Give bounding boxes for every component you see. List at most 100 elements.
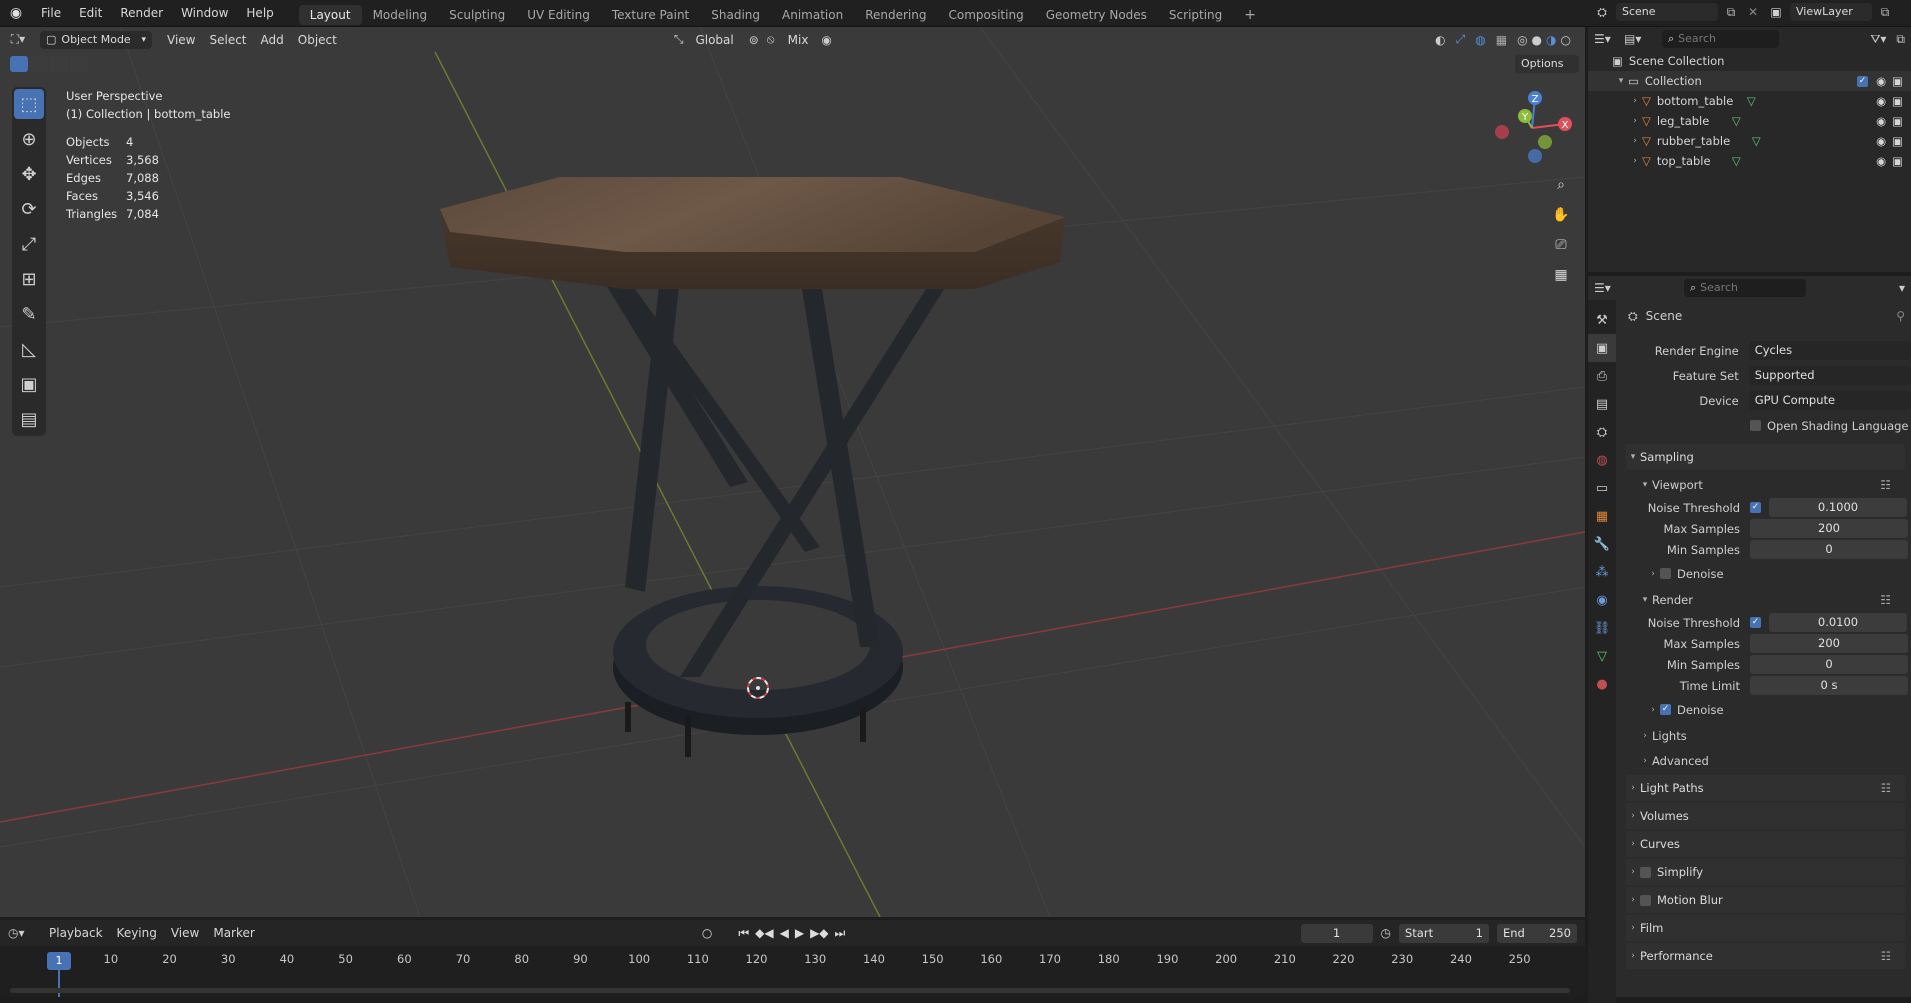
gizmo-neg-z[interactable]: [1528, 149, 1542, 163]
osl-checkbox[interactable]: [1750, 420, 1761, 431]
outliner-row-object[interactable]: › ▽ leg_table ▽ ◉ ▣: [1588, 111, 1911, 131]
jump-to-start-icon[interactable]: ⏮: [738, 926, 749, 941]
render-camera-icon[interactable]: ▣: [1892, 94, 1903, 108]
select-box-tool-icon[interactable]: ⬚: [14, 89, 44, 119]
render-denoise-checkbox[interactable]: ✓: [1660, 704, 1671, 715]
render-camera-icon[interactable]: ▣: [1892, 114, 1903, 128]
jump-to-keyframe-forward-icon[interactable]: ▶◆: [810, 926, 828, 940]
gizmo-toggle-icon[interactable]: ⤢: [1456, 32, 1466, 47]
timeline-menu-keying[interactable]: Keying: [110, 923, 164, 943]
delete-scene-icon[interactable]: ✕: [1744, 5, 1762, 19]
eye-icon[interactable]: ◉: [1876, 114, 1886, 128]
visibility-icon[interactable]: ◐: [1435, 33, 1445, 47]
playhead[interactable]: 1: [47, 952, 71, 970]
scale-tool-icon[interactable]: ⤢: [14, 229, 44, 259]
render-noise-threshold-field[interactable]: 0.0100: [1769, 613, 1907, 632]
render-tab-icon[interactable]: ▣: [1588, 334, 1616, 362]
workspace-tab-uv-editing[interactable]: UV Editing: [516, 5, 601, 25]
add-workspace-button[interactable]: +: [1233, 5, 1267, 25]
viewport-min-samples-field[interactable]: 0: [1750, 540, 1908, 559]
viewport-menu-select[interactable]: Select: [202, 30, 253, 50]
gizmo-neg-x[interactable]: [1495, 125, 1509, 139]
overlays-icon[interactable]: ◍: [1475, 33, 1485, 47]
timeline-scrollbar[interactable]: [10, 988, 1570, 993]
jump-to-keyframe-back-icon[interactable]: ◆◀: [755, 926, 773, 940]
measure-tool-icon[interactable]: ◺: [14, 334, 44, 364]
material-tab-icon[interactable]: ●: [1588, 670, 1616, 698]
timeline-menu-view[interactable]: View: [164, 923, 206, 943]
chevron-down-icon[interactable]: ▾: [1614, 76, 1628, 86]
wireframe-shading-icon[interactable]: ◎: [1517, 33, 1527, 47]
scene-icon[interactable]: ⛭: [1588, 5, 1616, 20]
motion-blur-checkbox[interactable]: [1640, 894, 1651, 906]
eye-icon[interactable]: ◉: [1876, 134, 1886, 148]
move-tool-icon[interactable]: ✥: [14, 159, 44, 189]
material-shading-icon[interactable]: ◑: [1546, 33, 1556, 47]
menu-edit[interactable]: Edit: [70, 0, 111, 26]
simplify-panel-header[interactable]: › Simplify: [1626, 859, 1905, 885]
simplify-checkbox[interactable]: [1640, 866, 1651, 878]
view-layer-tab-icon[interactable]: ▤: [1588, 390, 1616, 418]
workspace-tab-compositing[interactable]: Compositing: [937, 5, 1034, 25]
select-intersect-icon[interactable]: [70, 56, 88, 72]
data-tab-icon[interactable]: ▽: [1588, 642, 1616, 670]
presets-list-icon[interactable]: ☷: [1880, 593, 1891, 607]
render-camera-icon[interactable]: ▣: [1892, 134, 1903, 148]
add-cube-tool-icon[interactable]: ▣: [14, 369, 44, 399]
workspace-tab-animation[interactable]: Animation: [771, 5, 854, 25]
select-extend-icon[interactable]: [30, 56, 48, 72]
physics-tab-icon[interactable]: ◉: [1588, 586, 1616, 614]
pin-icon[interactable]: ⚲: [1896, 309, 1905, 323]
clock-icon[interactable]: ◷: [1381, 926, 1391, 940]
modifier-tab-icon[interactable]: 🔧: [1588, 530, 1616, 558]
rendered-shading-icon[interactable]: ○: [1561, 33, 1571, 47]
workspace-tab-texture-paint[interactable]: Texture Paint: [601, 5, 700, 25]
outliner-row-object[interactable]: › ▽ top_table ▽ ◉ ▣: [1588, 151, 1911, 171]
lights-subpanel[interactable]: › Lights: [1620, 723, 1911, 748]
filter-icon[interactable]: ⛛▾: [1870, 32, 1886, 47]
chevron-down-icon[interactable]: ▾: [1899, 281, 1905, 295]
select-subtract-icon[interactable]: [50, 56, 68, 72]
render-max-samples-field[interactable]: 200: [1750, 634, 1908, 653]
viewlayer-icon[interactable]: ▣: [1762, 5, 1790, 19]
timeline-scrubber[interactable]: 1 10 20 30 40 50 60 70 80 90 100 110 120 130 140 150 16…: [0, 946, 1585, 997]
timeline-menu-playback[interactable]: Playback: [42, 923, 110, 943]
eye-icon[interactable]: ◉: [1876, 94, 1886, 108]
options-dropdown[interactable]: Options: [1515, 55, 1579, 73]
new-viewlayer-icon[interactable]: ⧉: [1872, 5, 1898, 20]
film-panel-header[interactable]: › Film: [1626, 915, 1905, 941]
output-tab-icon[interactable]: ⎙: [1588, 362, 1616, 390]
viewport-noise-threshold-field[interactable]: 0.1000: [1769, 498, 1907, 517]
render-min-samples-field[interactable]: 0: [1750, 655, 1908, 674]
workspace-tab-layout[interactable]: Layout: [298, 4, 362, 25]
properties-search[interactable]: ⌕ Search: [1684, 279, 1806, 297]
annotate-tool-icon[interactable]: ✎: [14, 299, 44, 329]
chevron-right-icon[interactable]: ›: [1628, 136, 1642, 146]
outliner-search[interactable]: ⌕ Search: [1662, 30, 1779, 48]
workspace-tab-scripting[interactable]: Scripting: [1158, 5, 1233, 25]
viewport-menu-add[interactable]: Add: [254, 30, 291, 50]
workspace-tab-sculpting[interactable]: Sculpting: [438, 5, 516, 25]
transform-tool-icon[interactable]: ⊞: [14, 264, 44, 294]
editor-type-icon[interactable]: ⛶▾: [0, 32, 36, 47]
curves-panel-header[interactable]: › Curves: [1626, 831, 1905, 857]
presets-list-icon[interactable]: ☷: [1881, 949, 1891, 963]
top-table-mesh[interactable]: [440, 177, 1065, 289]
display-mode-icon[interactable]: ▤▾: [1624, 32, 1654, 46]
end-frame-field[interactable]: End 250: [1497, 923, 1577, 943]
world-tab-icon[interactable]: ◍: [1588, 446, 1616, 474]
volumes-panel-header[interactable]: › Volumes: [1626, 803, 1905, 829]
feature-set-dropdown[interactable]: Supported: [1748, 366, 1911, 385]
current-frame-field[interactable]: 1: [1300, 923, 1373, 943]
performance-panel-header[interactable]: › Performance ☷: [1626, 943, 1905, 969]
object-tab-icon[interactable]: ▦: [1588, 502, 1616, 530]
render-engine-dropdown[interactable]: Cycles: [1748, 341, 1911, 360]
transform-orientation-selector[interactable]: Global: [688, 30, 740, 50]
viewport-noise-threshold-checkbox[interactable]: ✓: [1750, 502, 1761, 513]
chevron-right-icon[interactable]: ›: [1628, 96, 1642, 106]
blender-logo-icon[interactable]: ◉: [0, 5, 32, 21]
render-camera-icon[interactable]: ▣: [1892, 154, 1903, 168]
workspace-tab-shading[interactable]: Shading: [700, 5, 771, 25]
cursor-tool-icon[interactable]: ⊕: [14, 124, 44, 154]
play-icon[interactable]: ▶: [795, 926, 804, 940]
